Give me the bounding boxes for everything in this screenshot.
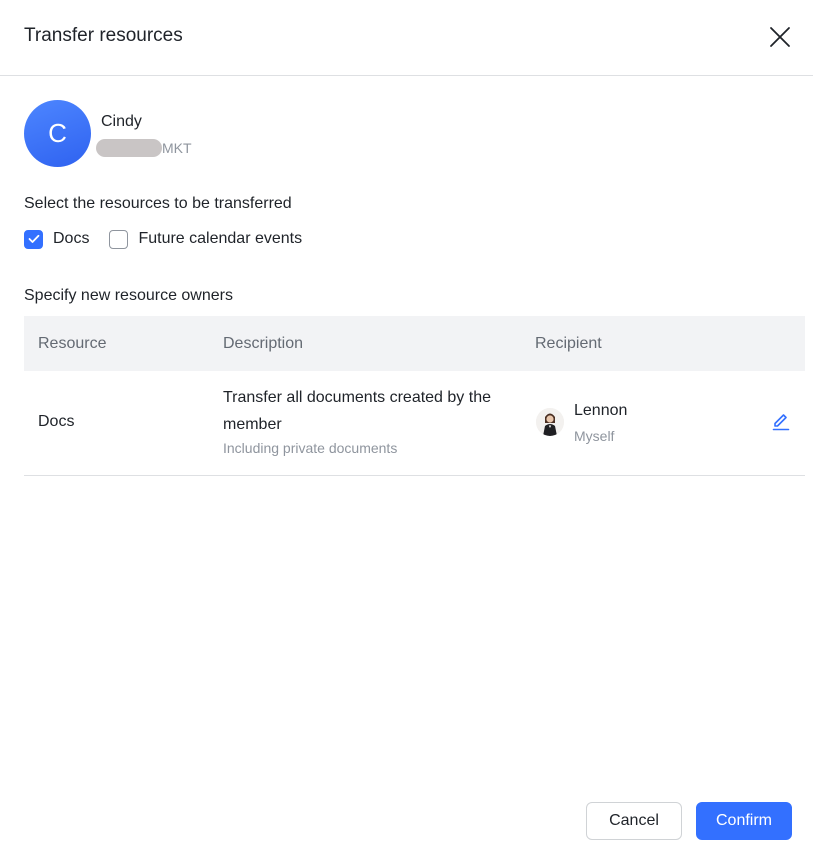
recipient-note: Myself <box>574 428 615 444</box>
calendar-checkbox[interactable] <box>109 229 129 249</box>
cancel-button[interactable]: Cancel <box>586 802 682 840</box>
column-header-resource: Resource <box>38 335 107 352</box>
row-description-line2: member <box>223 416 282 433</box>
table-row-content: Docs Transfer all documents created by t… <box>24 371 805 476</box>
docs-checkbox[interactable] <box>24 229 43 249</box>
docs-checkbox-option[interactable]: Docs <box>24 229 90 249</box>
column-header-recipient: Recipient <box>535 335 602 352</box>
edit-recipient-button[interactable] <box>770 411 792 433</box>
dialog-title: Transfer resources <box>24 25 183 46</box>
resource-owner-table: Resource Description Recipient <box>24 316 805 476</box>
recipient-name: Lennon <box>574 402 628 419</box>
redacted-block <box>96 139 162 157</box>
specify-owners-label: Specify new resource owners <box>24 287 233 304</box>
avatar-initial: C <box>48 118 67 148</box>
docs-checkbox-label: Docs <box>53 230 90 247</box>
confirm-button[interactable]: Confirm <box>696 802 792 840</box>
member-department: MKT <box>162 140 192 156</box>
close-button[interactable] <box>765 22 795 52</box>
person-avatar-icon <box>536 408 564 436</box>
resource-checkboxes: Docs Future calendar events <box>24 228 302 250</box>
member-avatar: C <box>24 100 91 167</box>
close-icon <box>770 27 790 47</box>
row-description-sub: Including private documents <box>223 440 398 456</box>
recipient-avatar <box>536 408 564 436</box>
row-description: Transfer all documents created by the me… <box>223 384 491 457</box>
member-name: Cindy <box>101 113 142 130</box>
dialog-header: Transfer resources <box>0 0 813 76</box>
row-resource: Docs <box>38 413 75 430</box>
table-header: Resource Description Recipient <box>24 316 805 371</box>
calendar-checkbox-option[interactable]: Future calendar events <box>109 229 303 249</box>
select-resources-label: Select the resources to be transferred <box>24 195 292 212</box>
calendar-checkbox-label: Future calendar events <box>138 230 303 247</box>
edit-icon <box>772 414 790 431</box>
check-icon <box>28 234 39 243</box>
column-header-description: Description <box>223 335 304 352</box>
member-department-row: MKT <box>96 138 192 158</box>
row-description-line1: Transfer all documents created by the <box>223 389 491 406</box>
